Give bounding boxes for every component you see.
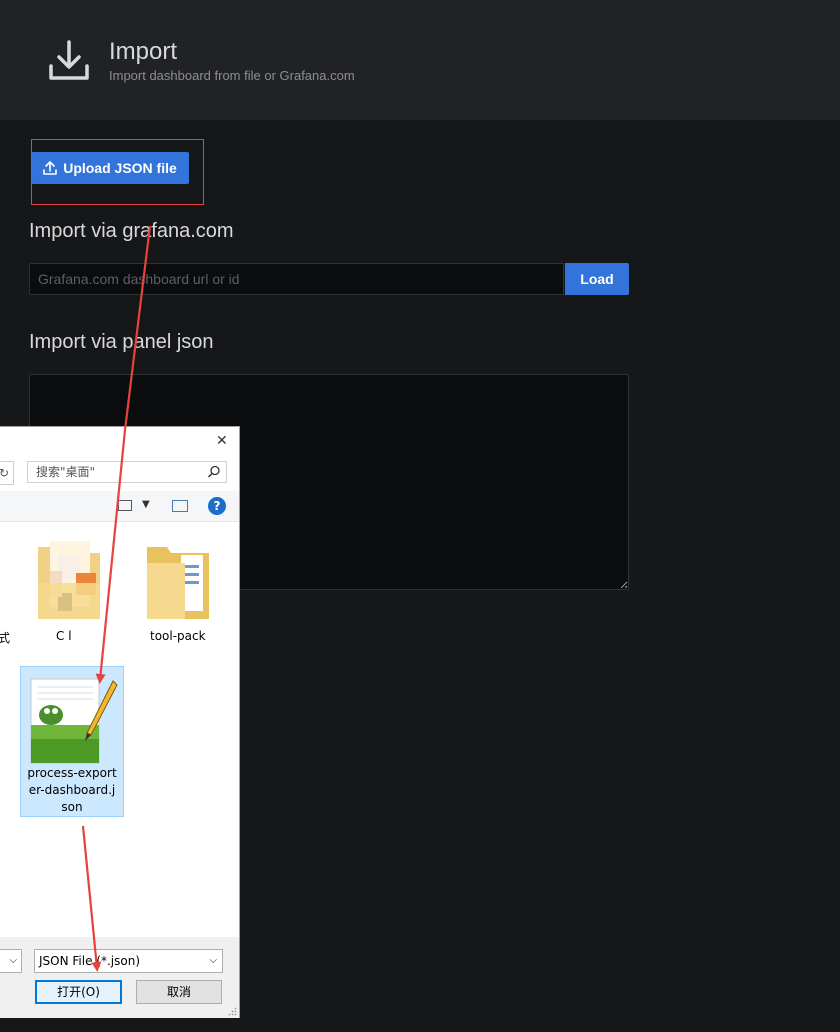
help-icon[interactable]: ? <box>208 497 226 515</box>
page-title: Import <box>109 38 178 65</box>
file-item-label[interactable]: 式 <box>0 629 10 646</box>
folder-icon[interactable] <box>145 539 215 625</box>
file-open-dialog: ✕ ↻ 搜索"桌面" ▼ ? 式 C l tool-pack process-e… <box>0 426 240 1018</box>
grafana-com-heading: Import via grafana.com <box>29 220 234 242</box>
close-icon[interactable]: ✕ <box>216 433 228 449</box>
preview-pane-icon[interactable] <box>172 500 188 512</box>
chevron-down-icon: ⌵ <box>209 955 217 966</box>
refresh-icon[interactable]: ↻ <box>0 461 14 485</box>
open-button[interactable]: 打开(O) <box>35 980 122 1004</box>
folder-item-label[interactable]: tool-pack <box>150 629 206 643</box>
notepad-plus-plus-icon <box>30 678 118 764</box>
upload-json-button[interactable]: Upload JSON file <box>31 152 189 184</box>
download-icon <box>49 40 89 80</box>
grafana-url-input[interactable] <box>29 263 564 295</box>
view-options-icon[interactable] <box>118 500 132 511</box>
search-icon[interactable] <box>207 465 221 479</box>
cancel-button[interactable]: 取消 <box>136 980 222 1004</box>
image-folder-icon[interactable] <box>36 535 106 625</box>
load-button[interactable]: Load <box>565 263 629 295</box>
page-subtitle: Import dashboard from file or Grafana.co… <box>109 68 355 83</box>
selected-file-item[interactable]: process-export er-dashboard.j son <box>20 666 124 817</box>
chevron-down-icon: ⌵ <box>9 955 17 966</box>
panel-json-heading: Import via panel json <box>29 331 214 353</box>
folder-item-label[interactable]: C l <box>56 629 72 643</box>
search-input[interactable]: 搜索"桌面" <box>27 461 227 483</box>
page-header: Import Import dashboard from file or Gra… <box>0 0 840 120</box>
file-name-dropdown[interactable]: ⌵ <box>0 949 22 973</box>
upload-json-label: Upload JSON file <box>63 160 177 176</box>
resize-grip-icon[interactable] <box>228 1007 237 1016</box>
file-type-select[interactable]: JSON File (*.json) ⌵ <box>34 949 223 973</box>
dialog-toolbar: ▼ ? <box>0 491 239 522</box>
dialog-footer: ⌵ JSON File (*.json) ⌵ 打开(O) 取消 <box>0 937 239 1018</box>
upload-icon <box>43 161 58 175</box>
chevron-down-icon[interactable]: ▼ <box>142 499 150 510</box>
selected-file-label: process-export er-dashboard.j son <box>27 766 117 814</box>
